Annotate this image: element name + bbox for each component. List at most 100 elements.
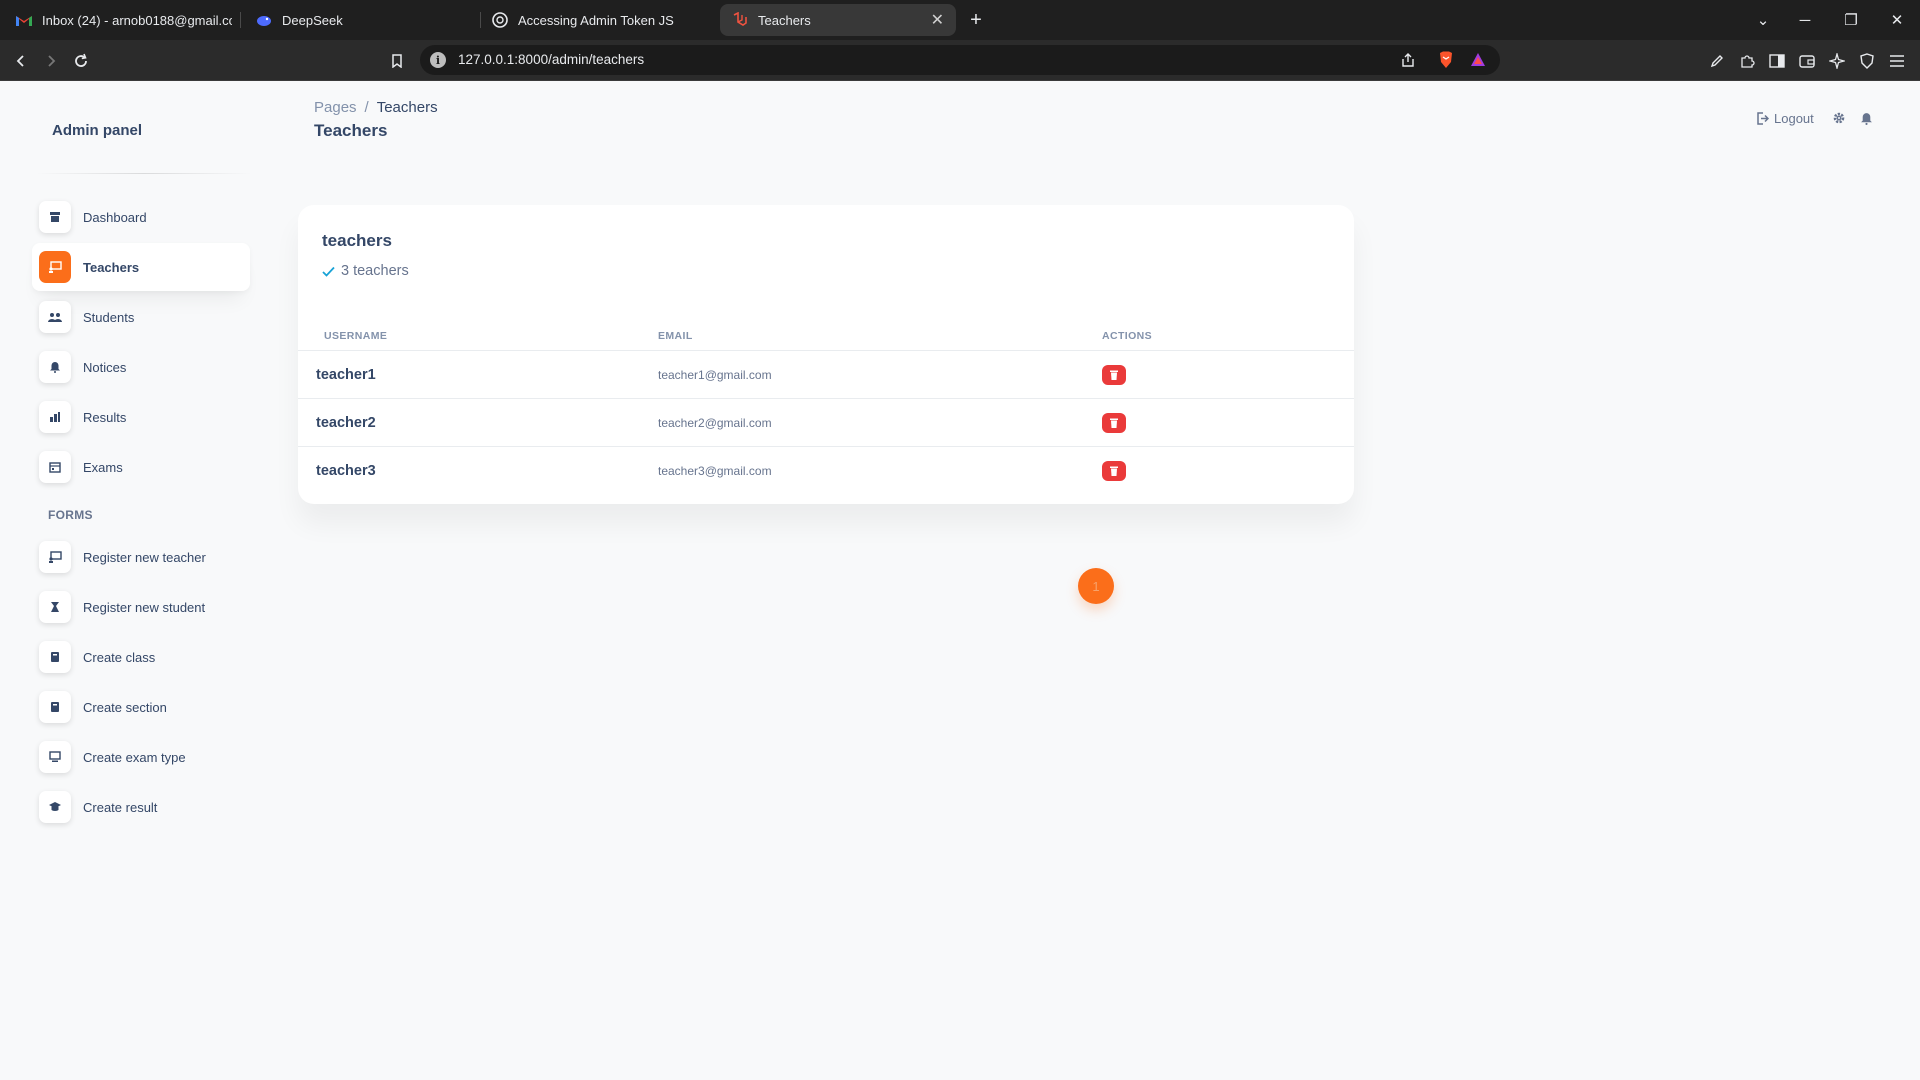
sidebar-icon[interactable] xyxy=(1766,50,1788,72)
email-cell: teacher1@gmail.com xyxy=(658,368,772,382)
back-icon[interactable] xyxy=(8,48,34,74)
students-icon xyxy=(39,301,71,333)
tab-teachers[interactable]: Teachers ✕ xyxy=(720,4,956,36)
wallet-icon[interactable] xyxy=(1796,50,1818,72)
sidebar-item-create-exam-type[interactable]: Create exam type xyxy=(32,733,250,781)
sidebar-item-label: Students xyxy=(83,309,135,325)
sidebar-item-label: Create exam type xyxy=(83,749,186,765)
sidebar-item-label: Create section xyxy=(83,699,167,715)
settings-icon[interactable] xyxy=(1832,108,1846,128)
leo-ai-icon[interactable] xyxy=(1826,50,1848,72)
table-row: teacher3 teacher3@gmail.com xyxy=(298,446,1354,494)
sidebar-item-register-teacher[interactable]: Register new teacher xyxy=(32,533,250,581)
sidebar-item-notices[interactable]: Notices xyxy=(32,343,250,391)
sidebar-item-dashboard[interactable]: Dashboard xyxy=(32,193,250,241)
tab-deepseek[interactable]: DeepSeek xyxy=(244,4,476,36)
sidebar-item-results[interactable]: Results xyxy=(32,393,250,441)
tab-title: Accessing Admin Token JS xyxy=(518,12,674,28)
sidebar-item-exams[interactable]: Exams xyxy=(32,443,250,491)
tab-title: Inbox (24) - arnob0188@gmail.com xyxy=(42,12,232,28)
extensions-icon[interactable] xyxy=(1736,50,1758,72)
browser-tab-bar: Inbox (24) - arnob0188@gmail.com DeepSee… xyxy=(0,0,1920,40)
trash-icon xyxy=(1110,370,1118,380)
reload-icon[interactable] xyxy=(68,48,94,74)
address-bar[interactable]: i 127.0.0.1:8000/admin/teachers xyxy=(420,45,1500,75)
chart-icon xyxy=(39,401,71,433)
sidebar-item-students[interactable]: Students xyxy=(32,293,250,341)
monitor-icon xyxy=(39,741,71,773)
teacher-icon xyxy=(39,251,71,283)
delete-button[interactable] xyxy=(1102,461,1126,481)
sidebar-item-create-class[interactable]: Create class xyxy=(32,633,250,681)
sidebar-item-create-result[interactable]: Create result xyxy=(32,783,250,831)
sidebar-item-label: Results xyxy=(83,409,127,425)
page-title: Teachers xyxy=(314,121,388,140)
browser-toolbar: i 127.0.0.1:8000/admin/teachers xyxy=(0,40,1920,81)
shop-icon xyxy=(39,201,71,233)
sidebar-item-label: Exams xyxy=(83,459,123,475)
site-info-icon[interactable]: i xyxy=(430,52,446,68)
sidebar-item-label: Notices xyxy=(83,359,127,375)
sidebar-section-heading: FORMS xyxy=(48,508,93,522)
minimize-icon[interactable]: ─ xyxy=(1782,0,1828,40)
deepseek-icon xyxy=(256,12,272,28)
menu-icon[interactable] xyxy=(1886,50,1908,72)
breadcrumb-item[interactable]: Pages xyxy=(314,99,357,116)
breadcrumb-current: Teachers xyxy=(376,99,438,116)
username-cell: teacher3 xyxy=(316,463,376,479)
username-cell: teacher1 xyxy=(316,367,376,383)
close-icon[interactable]: ✕ xyxy=(931,10,944,30)
sidebar-item-label: Register new student xyxy=(83,599,206,615)
sidebar-item-label: Teachers xyxy=(83,259,140,275)
delete-button[interactable] xyxy=(1102,413,1126,433)
laravel-icon xyxy=(732,12,748,28)
calendar-icon xyxy=(39,451,71,483)
student-icon xyxy=(39,591,71,623)
sidebar-item-register-student[interactable]: Register new student xyxy=(32,583,250,631)
bell-icon xyxy=(39,351,71,383)
tab-title: Teachers xyxy=(758,12,811,28)
trash-icon xyxy=(1110,466,1118,476)
sidebar-item-teachers[interactable]: Teachers xyxy=(32,243,250,291)
notifications-bell-icon[interactable] xyxy=(1860,108,1873,128)
forward-icon[interactable] xyxy=(38,48,64,74)
sidebar-divider xyxy=(36,173,252,174)
share-icon[interactable] xyxy=(1398,50,1418,70)
pen-icon[interactable] xyxy=(1706,50,1728,72)
pagination-page-button[interactable]: 1 xyxy=(1078,568,1114,604)
card-title: teachers xyxy=(322,231,392,250)
graduation-cap-icon xyxy=(39,791,71,823)
logout-link[interactable]: Logout xyxy=(1756,108,1814,128)
bookmark-icon[interactable] xyxy=(384,48,410,74)
tab-divider xyxy=(240,12,241,28)
column-header-username: USERNAME xyxy=(324,330,388,342)
gmail-icon xyxy=(16,12,32,28)
window-close-icon[interactable]: ✕ xyxy=(1874,0,1920,40)
sidebar-item-label: Dashboard xyxy=(83,209,147,225)
brave-shields-icon[interactable] xyxy=(1436,50,1456,70)
chatgpt-icon xyxy=(492,12,508,28)
url-text[interactable]: 127.0.0.1:8000/admin/teachers xyxy=(458,52,644,67)
admin-page: Admin panel Dashboard Teachers Students … xyxy=(0,81,1920,1080)
tab-search-chevron-icon[interactable]: ⌄ xyxy=(1740,0,1786,40)
brave-rewards-icon[interactable] xyxy=(1468,50,1488,70)
breadcrumb-separator: / xyxy=(364,99,369,116)
username-cell: teacher2 xyxy=(316,415,376,431)
delete-button[interactable] xyxy=(1102,365,1126,385)
tab-gmail[interactable]: Inbox (24) - arnob0188@gmail.com xyxy=(4,4,232,36)
column-header-actions: ACTIONS xyxy=(1102,330,1153,342)
teacher-count: 3 teachers xyxy=(341,263,409,279)
tab-chatgpt[interactable]: Accessing Admin Token JS xyxy=(480,4,712,36)
table-row: teacher2 teacher2@gmail.com xyxy=(298,398,1354,446)
sidebar-brand[interactable]: Admin panel xyxy=(52,122,142,139)
restore-icon[interactable]: ❐ xyxy=(1828,0,1874,40)
book-icon xyxy=(39,691,71,723)
sidebar-item-label: Create result xyxy=(83,799,158,815)
sidebar-item-create-section[interactable]: Create section xyxy=(32,683,250,731)
teacher-icon xyxy=(39,541,71,573)
column-header-email: EMAIL xyxy=(658,330,693,342)
breadcrumb: Pages / Teachers xyxy=(314,99,438,116)
vpn-shield-icon[interactable] xyxy=(1856,50,1878,72)
table-row: teacher1 teacher1@gmail.com xyxy=(298,350,1354,398)
new-tab-button[interactable]: + xyxy=(964,8,988,32)
